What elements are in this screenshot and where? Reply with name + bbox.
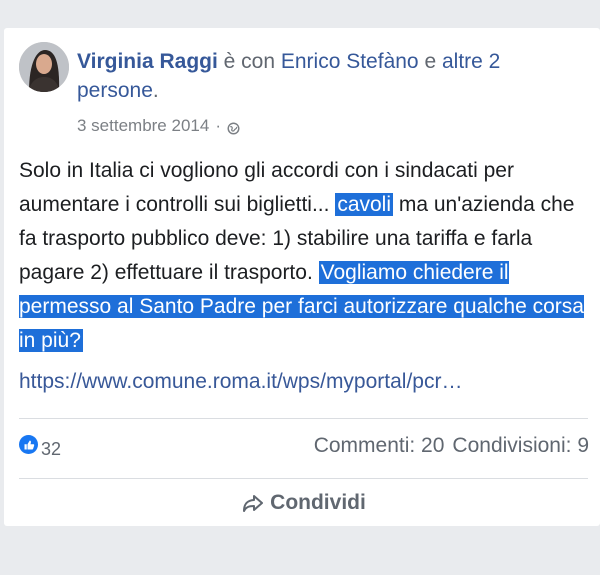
share-label: Condividi <box>270 491 366 514</box>
period: . <box>152 79 159 102</box>
post-link[interactable]: https://www.comune.roma.it/wps/myportal/… <box>19 370 579 394</box>
post-date[interactable]: 3 settembre 2014 <box>77 116 209 136</box>
divider <box>19 418 588 419</box>
divider <box>19 478 588 479</box>
with-text: è con <box>217 50 281 73</box>
date-separator: · <box>215 116 221 135</box>
post-meta: 3 settembre 2014 · <box>77 116 240 136</box>
share-button[interactable]: Condividi <box>204 486 404 520</box>
avatar-image <box>19 42 69 92</box>
highlighted-text-1: cavoli <box>335 193 394 216</box>
like-icon <box>19 435 38 454</box>
post-body: Solo in Italia ci vogliono gli accordi c… <box>19 154 589 358</box>
and-text: e <box>418 50 442 73</box>
shares-count[interactable]: Condivisioni: 9 <box>452 434 589 457</box>
like-count[interactable]: 32 <box>41 439 61 460</box>
comments-count[interactable]: Commenti: 20 <box>314 434 445 457</box>
author-name[interactable]: Virginia Raggi <box>77 50 218 73</box>
share-icon <box>243 495 264 512</box>
tagged-person[interactable]: Enrico Stefàno <box>281 50 419 73</box>
reactions[interactable]: 32 <box>19 433 61 459</box>
engagement-counts: Commenti: 20 Condivisioni: 9 <box>314 434 589 458</box>
avatar[interactable] <box>19 42 69 92</box>
post-card: Virginia Raggi è con Enrico Stefàno e al… <box>4 28 600 526</box>
globe-icon <box>227 120 240 135</box>
post-header: Virginia Raggi è con Enrico Stefàno e al… <box>77 47 587 105</box>
